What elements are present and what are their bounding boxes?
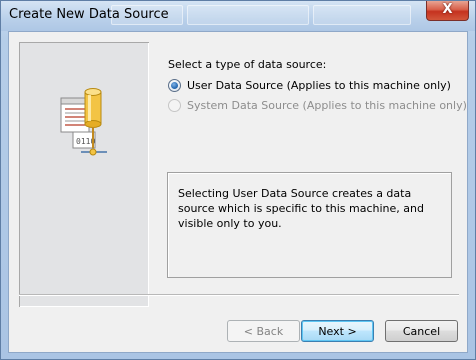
window-title: Create New Data Source bbox=[9, 7, 169, 22]
side-panel: 0110 bbox=[19, 42, 149, 307]
title-bar[interactable]: Create New Data Source X bbox=[1, 1, 475, 31]
data-source-icon: 0110 bbox=[60, 88, 107, 156]
cancel-button-label: Cancel bbox=[402, 324, 441, 338]
next-button[interactable]: Next > bbox=[301, 320, 374, 342]
separator bbox=[19, 294, 459, 296]
data-source-type-prompt: Select a type of data source: bbox=[168, 58, 327, 71]
dialog-body: 0110 Select a type of data source: User … bbox=[8, 31, 468, 353]
background-ghost bbox=[313, 5, 411, 25]
close-icon: X bbox=[442, 2, 453, 17]
background-ghost bbox=[187, 5, 309, 25]
next-button-label: Next > bbox=[318, 324, 357, 338]
system-data-source-option: System Data Source (Applies to this mach… bbox=[168, 97, 467, 113]
system-data-source-radio bbox=[168, 98, 181, 112]
cancel-button[interactable]: Cancel bbox=[385, 320, 458, 342]
back-button: < Back bbox=[227, 320, 300, 342]
user-data-source-option[interactable]: User Data Source (Applies to this machin… bbox=[168, 77, 451, 93]
system-data-source-label: System Data Source (Applies to this mach… bbox=[187, 98, 467, 112]
back-button-label: < Back bbox=[243, 324, 284, 338]
close-button[interactable]: X bbox=[426, 1, 469, 21]
description-text: Selecting User Data Source creates a dat… bbox=[178, 187, 424, 230]
dialog-window: Create New Data Source X 0110 Select a t… bbox=[0, 0, 476, 360]
user-data-source-radio[interactable] bbox=[168, 78, 181, 92]
user-data-source-label[interactable]: User Data Source (Applies to this machin… bbox=[187, 79, 451, 92]
description-box: Selecting User Data Source creates a dat… bbox=[167, 172, 452, 278]
